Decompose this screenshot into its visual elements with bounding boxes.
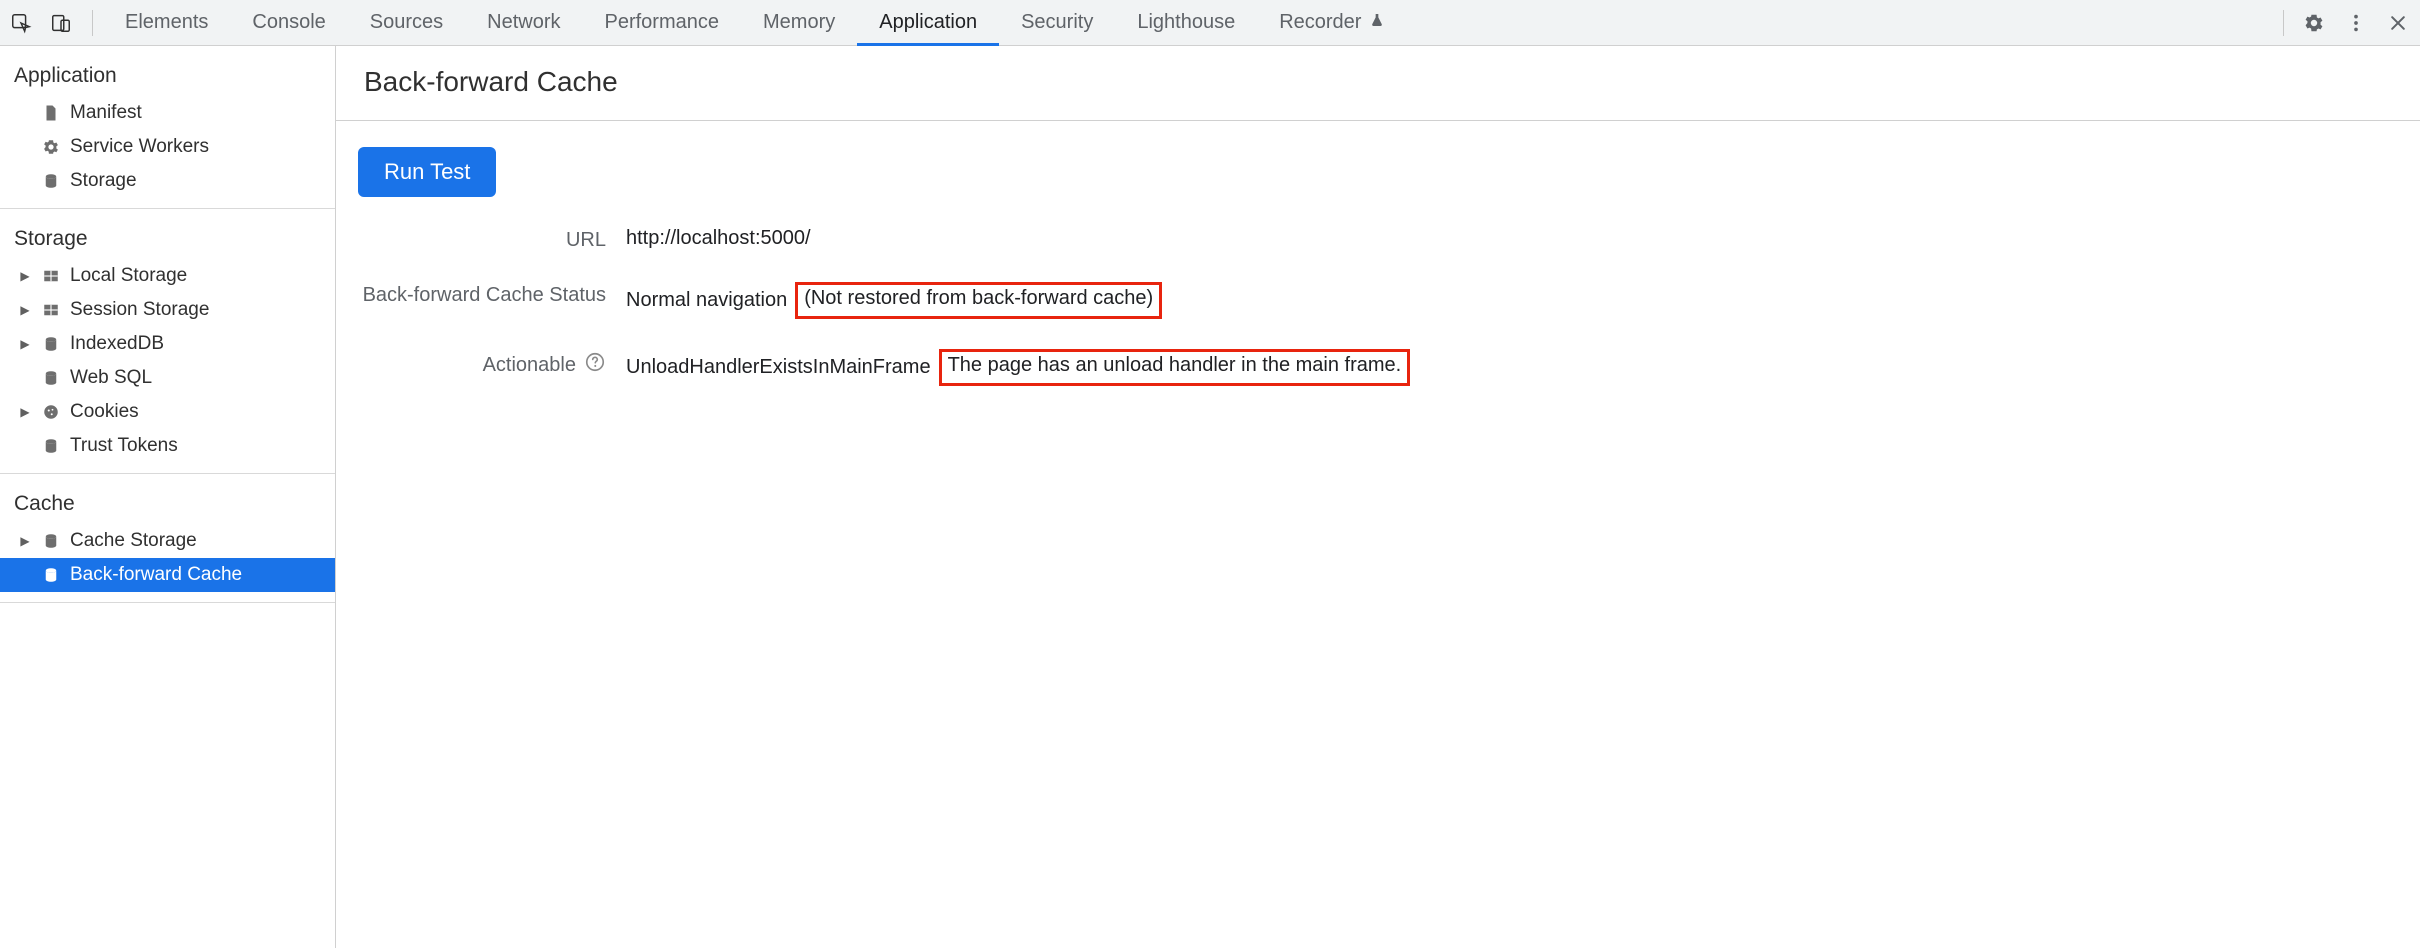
sidebar-item-label: Cookies	[70, 401, 139, 423]
application-sidebar: Application Manifest Service Workers Sto…	[0, 46, 336, 948]
database-icon	[40, 532, 62, 550]
tab-memory[interactable]: Memory	[741, 0, 857, 45]
settings-icon[interactable]	[2302, 11, 2326, 35]
tab-lighthouse[interactable]: Lighthouse	[1115, 0, 1257, 45]
sidebar-item-label: Web SQL	[70, 367, 152, 389]
tab-security[interactable]: Security	[999, 0, 1115, 45]
sidebar-item-websql[interactable]: Web SQL	[0, 361, 335, 395]
sidebar-item-storage-overview[interactable]: Storage	[0, 164, 335, 198]
tab-label: Elements	[125, 11, 208, 34]
row-status-label: Back-forward Cache Status	[358, 282, 606, 307]
actionable-explanation: The page has an unload handler in the ma…	[939, 349, 1411, 386]
gear-icon	[40, 138, 62, 156]
document-icon	[40, 104, 62, 122]
close-icon[interactable]	[2386, 11, 2410, 35]
sidebar-item-label: Trust Tokens	[70, 435, 178, 457]
sidebar-item-service-workers[interactable]: Service Workers	[0, 130, 335, 164]
sidebar-item-label: Back-forward Cache	[70, 564, 242, 586]
sidebar-item-cache-storage[interactable]: ▶ Cache Storage	[0, 524, 335, 558]
database-icon	[40, 369, 62, 387]
topbar-right	[2283, 10, 2410, 36]
row-url-value: http://localhost:5000/	[626, 227, 2398, 250]
main-split: Application Manifest Service Workers Sto…	[0, 46, 2420, 948]
status-prefix: Normal navigation	[626, 289, 787, 312]
tab-label: Application	[879, 11, 977, 34]
database-icon	[40, 437, 62, 455]
table-icon	[40, 267, 62, 285]
tab-network[interactable]: Network	[465, 0, 582, 45]
expand-icon[interactable]: ▶	[18, 405, 32, 419]
expand-icon[interactable]: ▶	[18, 534, 32, 548]
database-icon	[40, 172, 62, 190]
status-highlight: (Not restored from back-forward cache)	[795, 282, 1162, 319]
tab-recorder[interactable]: Recorder	[1257, 0, 1407, 45]
cookie-icon	[40, 403, 62, 421]
divider	[92, 10, 93, 36]
more-icon[interactable]	[2344, 11, 2368, 35]
row-status-value: Normal navigation (Not restored from bac…	[626, 282, 2398, 319]
sidebar-item-local-storage[interactable]: ▶ Local Storage	[0, 259, 335, 293]
table-icon	[40, 301, 62, 319]
tab-label: Console	[252, 11, 325, 34]
help-icon[interactable]	[584, 351, 606, 379]
sidebar-item-label: Cache Storage	[70, 530, 197, 552]
tab-label: Recorder	[1279, 11, 1361, 34]
sidebar-item-label: Service Workers	[70, 136, 209, 158]
actionable-code: UnloadHandlerExistsInMainFrame	[626, 356, 931, 379]
tab-label: Network	[487, 11, 560, 34]
flask-icon	[1369, 11, 1385, 34]
divider	[2283, 10, 2284, 36]
section-title-storage: Storage	[0, 209, 335, 259]
tab-label: Lighthouse	[1137, 11, 1235, 34]
tab-label: Sources	[370, 11, 443, 34]
sidebar-item-manifest[interactable]: Manifest	[0, 96, 335, 130]
sidebar-item-trust-tokens[interactable]: Trust Tokens	[0, 429, 335, 463]
sidebar-item-label: Session Storage	[70, 299, 209, 321]
database-icon	[40, 335, 62, 353]
section-title-application: Application	[0, 46, 335, 96]
sidebar-item-label: Local Storage	[70, 265, 187, 287]
url-text: http://localhost:5000/	[626, 227, 811, 250]
devtools-tabbar: Elements Console Sources Network Perform…	[0, 0, 2420, 46]
sidebar-item-indexeddb[interactable]: ▶ IndexedDB	[0, 327, 335, 361]
result-grid: URL http://localhost:5000/ Back-forward …	[358, 227, 2398, 386]
run-test-button[interactable]: Run Test	[358, 147, 496, 197]
tabs: Elements Console Sources Network Perform…	[103, 0, 1407, 45]
actionable-label-text: Actionable	[483, 354, 576, 377]
tab-label: Security	[1021, 11, 1093, 34]
sidebar-item-session-storage[interactable]: ▶ Session Storage	[0, 293, 335, 327]
divider	[0, 602, 335, 603]
bfcache-panel: Back-forward Cache Run Test URL http://l…	[336, 46, 2420, 948]
expand-icon[interactable]: ▶	[18, 269, 32, 283]
database-icon	[40, 566, 62, 584]
inspect-element-icon[interactable]	[6, 8, 36, 38]
topbar-left	[6, 8, 99, 38]
sidebar-item-label: Storage	[70, 170, 137, 192]
expand-icon[interactable]: ▶	[18, 303, 32, 317]
section-title-cache: Cache	[0, 474, 335, 524]
expand-icon[interactable]: ▶	[18, 337, 32, 351]
tab-console[interactable]: Console	[230, 0, 347, 45]
sidebar-item-label: Manifest	[70, 102, 142, 124]
sidebar-item-cookies[interactable]: ▶ Cookies	[0, 395, 335, 429]
tab-performance[interactable]: Performance	[583, 0, 742, 45]
sidebar-item-label: IndexedDB	[70, 333, 164, 355]
row-actionable-label: Actionable	[358, 349, 606, 379]
tab-elements[interactable]: Elements	[103, 0, 230, 45]
tab-application[interactable]: Application	[857, 0, 999, 45]
device-toolbar-icon[interactable]	[46, 8, 76, 38]
tab-sources[interactable]: Sources	[348, 0, 465, 45]
row-url-label: URL	[358, 227, 606, 252]
tab-label: Performance	[605, 11, 720, 34]
row-actionable-value: UnloadHandlerExistsInMainFrame The page …	[626, 349, 2398, 386]
panel-title: Back-forward Cache	[336, 46, 2420, 121]
panel-body: Run Test URL http://localhost:5000/ Back…	[336, 121, 2420, 406]
sidebar-item-bfcache[interactable]: Back-forward Cache	[0, 558, 335, 592]
tab-label: Memory	[763, 11, 835, 34]
